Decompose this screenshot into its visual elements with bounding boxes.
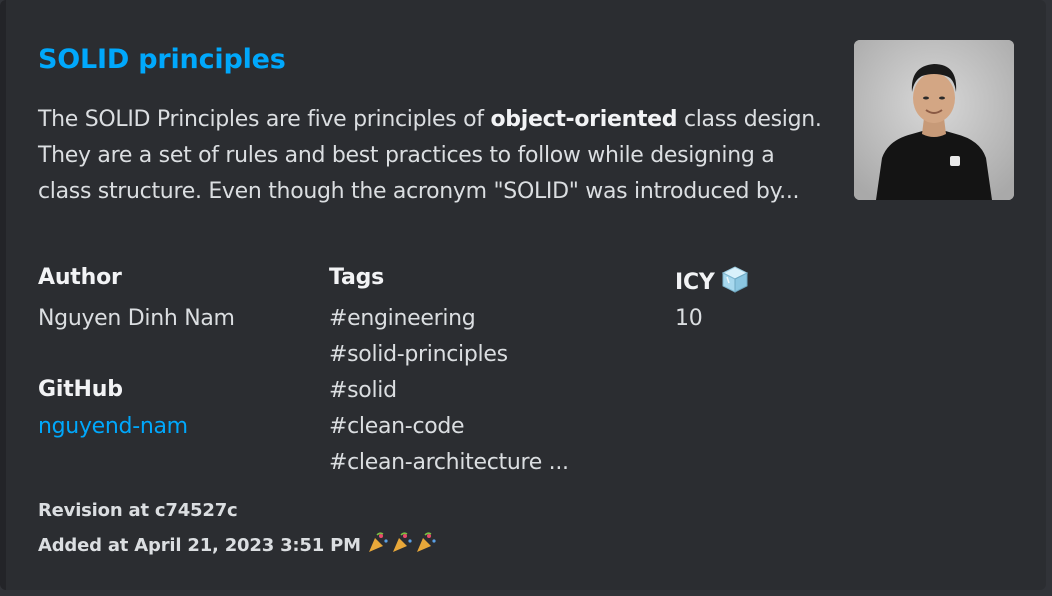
description-text-before: The SOLID Principles are five principles…: [38, 107, 491, 132]
github-field-name: GitHub: [38, 377, 123, 402]
embed-description: The SOLID Principles are five principles…: [38, 102, 828, 210]
tag-item: #solid-principles: [329, 342, 508, 367]
author-thumbnail[interactable]: [854, 40, 1014, 200]
icy-field-value: 10: [675, 306, 703, 331]
tag-item: #clean-architecture ...: [329, 450, 569, 475]
icy-label: ICY: [675, 270, 715, 295]
author-field-value: Nguyen Dinh Nam: [38, 306, 235, 331]
github-profile-link[interactable]: nguyend-nam: [38, 409, 188, 445]
author-field-name: Author: [38, 265, 122, 290]
revision-footer-text: Revision at c74527c: [38, 500, 238, 521]
added-footer: Added at April 21, 2023 3:51 PM: [38, 532, 439, 559]
tags-field-value: #engineering #solid-principles #solid #c…: [329, 301, 569, 481]
party-popper-icon: [367, 532, 439, 559]
tag-item: #solid: [329, 378, 397, 403]
added-footer-text: Added at April 21, 2023 3:51 PM: [38, 535, 361, 556]
icy-field-name: ICY: [675, 265, 751, 299]
tags-field-name: Tags: [329, 265, 385, 290]
tag-item: #clean-code: [329, 414, 465, 439]
embed-title-link[interactable]: SOLID principles: [38, 44, 286, 75]
avatar-photo-image: [854, 40, 1014, 200]
ice-cube-icon: [719, 265, 751, 299]
article-embed: SOLID principles The SOLID Principles ar…: [0, 0, 1046, 590]
tag-item: #engineering: [329, 306, 476, 331]
description-bold-text: object-oriented: [490, 107, 678, 132]
